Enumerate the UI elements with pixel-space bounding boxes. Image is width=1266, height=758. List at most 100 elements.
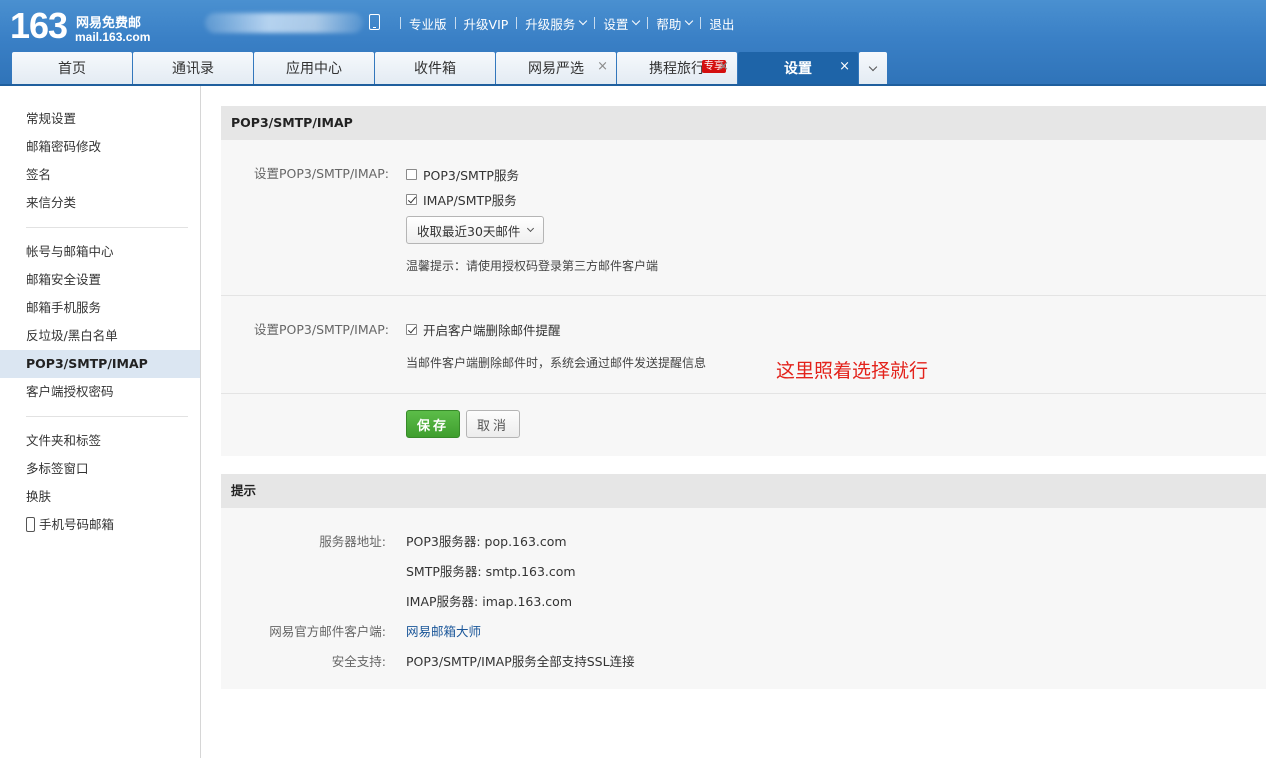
security-support-value: POP3/SMTP/IMAP服务全部支持SSL连接 [406, 654, 635, 669]
tab-label: 首页 [58, 61, 86, 77]
tab-contacts[interactable]: 通讯录 [133, 52, 253, 84]
cancel-button[interactable]: 取消 [466, 410, 520, 438]
chevron-down-icon [579, 16, 588, 26]
delete-notice-checkbox[interactable] [406, 324, 417, 335]
nav-separator [594, 17, 596, 29]
pop3-settings-panel: POP3/SMTP/IMAP 设置POP3/SMTP/IMAP: POP3/SM… [221, 106, 1266, 456]
sidebar-item-security[interactable]: 邮箱安全设置 [0, 266, 200, 294]
tab-settings[interactable]: 设置 × [738, 52, 858, 84]
sidebar-item-folders-tags[interactable]: 文件夹和标签 [0, 427, 200, 455]
sidebar-group-misc: 文件夹和标签 多标签窗口 换肤 手机号码邮箱 [0, 427, 200, 539]
mail-master-link[interactable]: 网易邮箱大师 [406, 621, 481, 640]
sidebar-item-mobile-service[interactable]: 邮箱手机服务 [0, 294, 200, 322]
sidebar-item-spam-lists[interactable]: 反垃圾/黑白名单 [0, 322, 200, 350]
panel-title: 提示 [221, 474, 1266, 508]
sidebar-item-client-auth-code[interactable]: 客户端授权密码 [0, 378, 200, 406]
sidebar-divider [26, 416, 188, 417]
tab-label: 收件箱 [414, 61, 456, 77]
mobile-phone-icon[interactable] [369, 14, 380, 30]
pop3-smtp-checkbox[interactable] [406, 169, 417, 180]
imap-server-value: IMAP服务器: imap.163.com [406, 594, 572, 609]
sidebar-item-phone-mailbox[interactable]: 手机号码邮箱 [0, 511, 200, 539]
tab-label: 通讯录 [172, 61, 214, 77]
nav-settings[interactable]: 设置 [603, 14, 641, 33]
tab-yanxuan[interactable]: 网易严选 × [496, 52, 616, 84]
account-name-blurred[interactable] [205, 13, 363, 33]
nav-separator [700, 17, 702, 29]
imap-smtp-checkbox[interactable] [406, 194, 417, 205]
tab-label: 设置 [784, 61, 812, 77]
tips-panel: 提示 服务器地址: POP3服务器: pop.163.com SMTP服务器: … [221, 474, 1266, 689]
setting-label: 设置POP3/SMTP/IMAP: [254, 322, 389, 337]
checkbox-label: IMAP/SMTP服务 [423, 193, 517, 208]
sidebar-item-general[interactable]: 常规设置 [0, 105, 200, 133]
sidebar-group-general: 常规设置 邮箱密码修改 签名 来信分类 [0, 86, 200, 217]
logo-domain: mail.163.com [75, 30, 151, 44]
tab-home[interactable]: 首页 [12, 52, 132, 84]
sidebar-item-account-center[interactable]: 帐号与邮箱中心 [0, 238, 200, 266]
nav-separator [516, 17, 518, 29]
chevron-down-icon [527, 224, 535, 233]
mobile-phone-icon [26, 517, 35, 532]
pop3-smtp-option[interactable]: POP3/SMTP服务 [406, 165, 519, 184]
nav-label: 帮助 [656, 16, 682, 32]
sidebar-item-skin[interactable]: 换肤 [0, 483, 200, 511]
imap-smtp-option[interactable]: IMAP/SMTP服务 [406, 190, 517, 209]
section-divider [221, 295, 1266, 296]
tab-label: 携程旅行 [649, 61, 705, 77]
tab-more-button[interactable] [859, 52, 887, 84]
nav-label: 升级VIP [463, 16, 509, 32]
tab-ctrip[interactable]: 携程旅行 专享 × [617, 52, 737, 84]
nav-separator [647, 17, 649, 29]
sidebar-item-label: 手机号码邮箱 [39, 517, 115, 532]
sidebar-item-signature[interactable]: 签名 [0, 161, 200, 189]
server-address-label: 服务器地址: [319, 534, 386, 549]
setting-label: 设置POP3/SMTP/IMAP: [254, 166, 389, 181]
sidebar-item-password[interactable]: 邮箱密码修改 [0, 133, 200, 161]
tab-label: 网易严选 [528, 61, 584, 77]
nav-label: 退出 [709, 16, 735, 32]
nav-help[interactable]: 帮助 [656, 14, 694, 33]
close-icon[interactable]: × [597, 60, 608, 74]
panel-title: POP3/SMTP/IMAP [221, 106, 1266, 140]
delete-notice-description: 当邮件客户端删除邮件时，系统会通过邮件发送提醒信息 [406, 356, 707, 370]
top-header: 163 网易免费邮 mail.163.com 专业版 升级VIP 升级服务 设置… [0, 0, 1266, 86]
nav-upgrade-service[interactable]: 升级服务 [525, 14, 588, 33]
delete-notice-option[interactable]: 开启客户端删除邮件提醒 [406, 320, 561, 339]
annotation-text: 这里照着选择就行 [776, 360, 929, 382]
tab-app-center[interactable]: 应用中心 [254, 52, 374, 84]
settings-sidebar: 常规设置 邮箱密码修改 签名 来信分类 帐号与邮箱中心 邮箱安全设置 邮箱手机服… [0, 86, 201, 758]
nav-separator [400, 17, 401, 29]
logo-number: 163 [10, 5, 68, 46]
official-client-label: 网易官方邮件客户端: [269, 624, 386, 639]
nav-pro-version[interactable]: 专业版 [409, 14, 447, 33]
sidebar-item-pop3-smtp-imap[interactable]: POP3/SMTP/IMAP [0, 350, 200, 378]
sidebar-group-account: 帐号与邮箱中心 邮箱安全设置 邮箱手机服务 反垃圾/黑白名单 POP3/SMTP… [0, 238, 200, 406]
save-button[interactable]: 保存 [406, 410, 460, 438]
security-support-label: 安全支持: [331, 654, 386, 669]
chevron-down-icon [868, 62, 878, 71]
select-value: 收取最近30天邮件 [417, 223, 521, 239]
tab-inbox[interactable]: 收件箱 [375, 52, 495, 84]
nav-label: 升级服务 [525, 16, 576, 32]
sidebar-item-multi-tab[interactable]: 多标签窗口 [0, 455, 200, 483]
sidebar-item-mail-rules[interactable]: 来信分类 [0, 189, 200, 217]
smtp-server-value: SMTP服务器: smtp.163.com [406, 564, 576, 579]
nav-logout[interactable]: 退出 [709, 14, 734, 33]
nav-label: 专业版 [409, 16, 447, 32]
checkbox-label: 开启客户端删除邮件提醒 [423, 323, 561, 338]
tab-label: 应用中心 [286, 61, 342, 77]
close-icon[interactable]: × [839, 60, 850, 74]
top-nav: 专业版 升级VIP 升级服务 设置 帮助 退出 [392, 14, 734, 32]
checkbox-label: POP3/SMTP服务 [423, 168, 519, 183]
section-divider [221, 393, 1266, 394]
nav-label: 设置 [603, 16, 629, 32]
mail-logo[interactable]: 163 网易免费邮 mail.163.com [10, 6, 160, 46]
close-icon[interactable]: × [718, 60, 729, 74]
nav-upgrade-vip[interactable]: 升级VIP [464, 14, 509, 33]
tab-bar: 首页 通讯录 应用中心 收件箱 网易严选 × 携程旅行 专享 × 设置 × [12, 52, 887, 84]
chevron-down-icon [632, 16, 641, 26]
fetch-range-select[interactable]: 收取最近30天邮件 [406, 216, 545, 244]
auth-code-tip: 温馨提示：请使用授权码登录第三方邮件客户端 [406, 259, 659, 273]
nav-separator [454, 17, 456, 29]
